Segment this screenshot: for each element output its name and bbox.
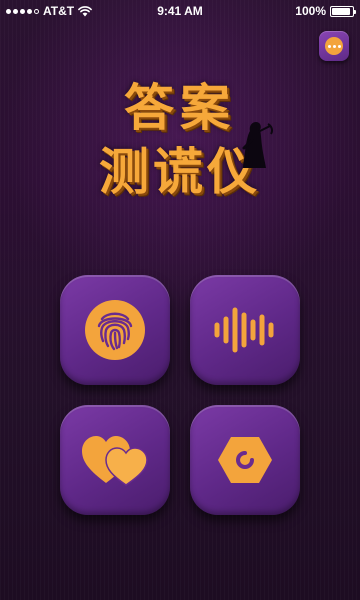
reaper-figure-icon (242, 122, 273, 168)
hexagon-tile[interactable] (190, 405, 300, 515)
battery-percent: 100% (295, 4, 326, 18)
hearts-icon (82, 436, 148, 486)
voice-wave-icon (214, 307, 274, 353)
hearts-tile[interactable] (60, 405, 170, 515)
status-right: 100% (295, 4, 356, 18)
fingerprint-icon (85, 300, 145, 360)
hexagon-refresh-icon (218, 437, 272, 483)
fingerprint-tile[interactable] (60, 275, 170, 385)
app-screen: AT&T 9:41 AM 100% 答案 测谎仪 (0, 0, 360, 600)
status-bar: AT&T 9:41 AM 100% (0, 0, 360, 22)
voice-tile[interactable] (190, 275, 300, 385)
more-dots-icon (325, 37, 343, 55)
battery-icon (330, 5, 356, 17)
more-button[interactable] (319, 31, 349, 61)
